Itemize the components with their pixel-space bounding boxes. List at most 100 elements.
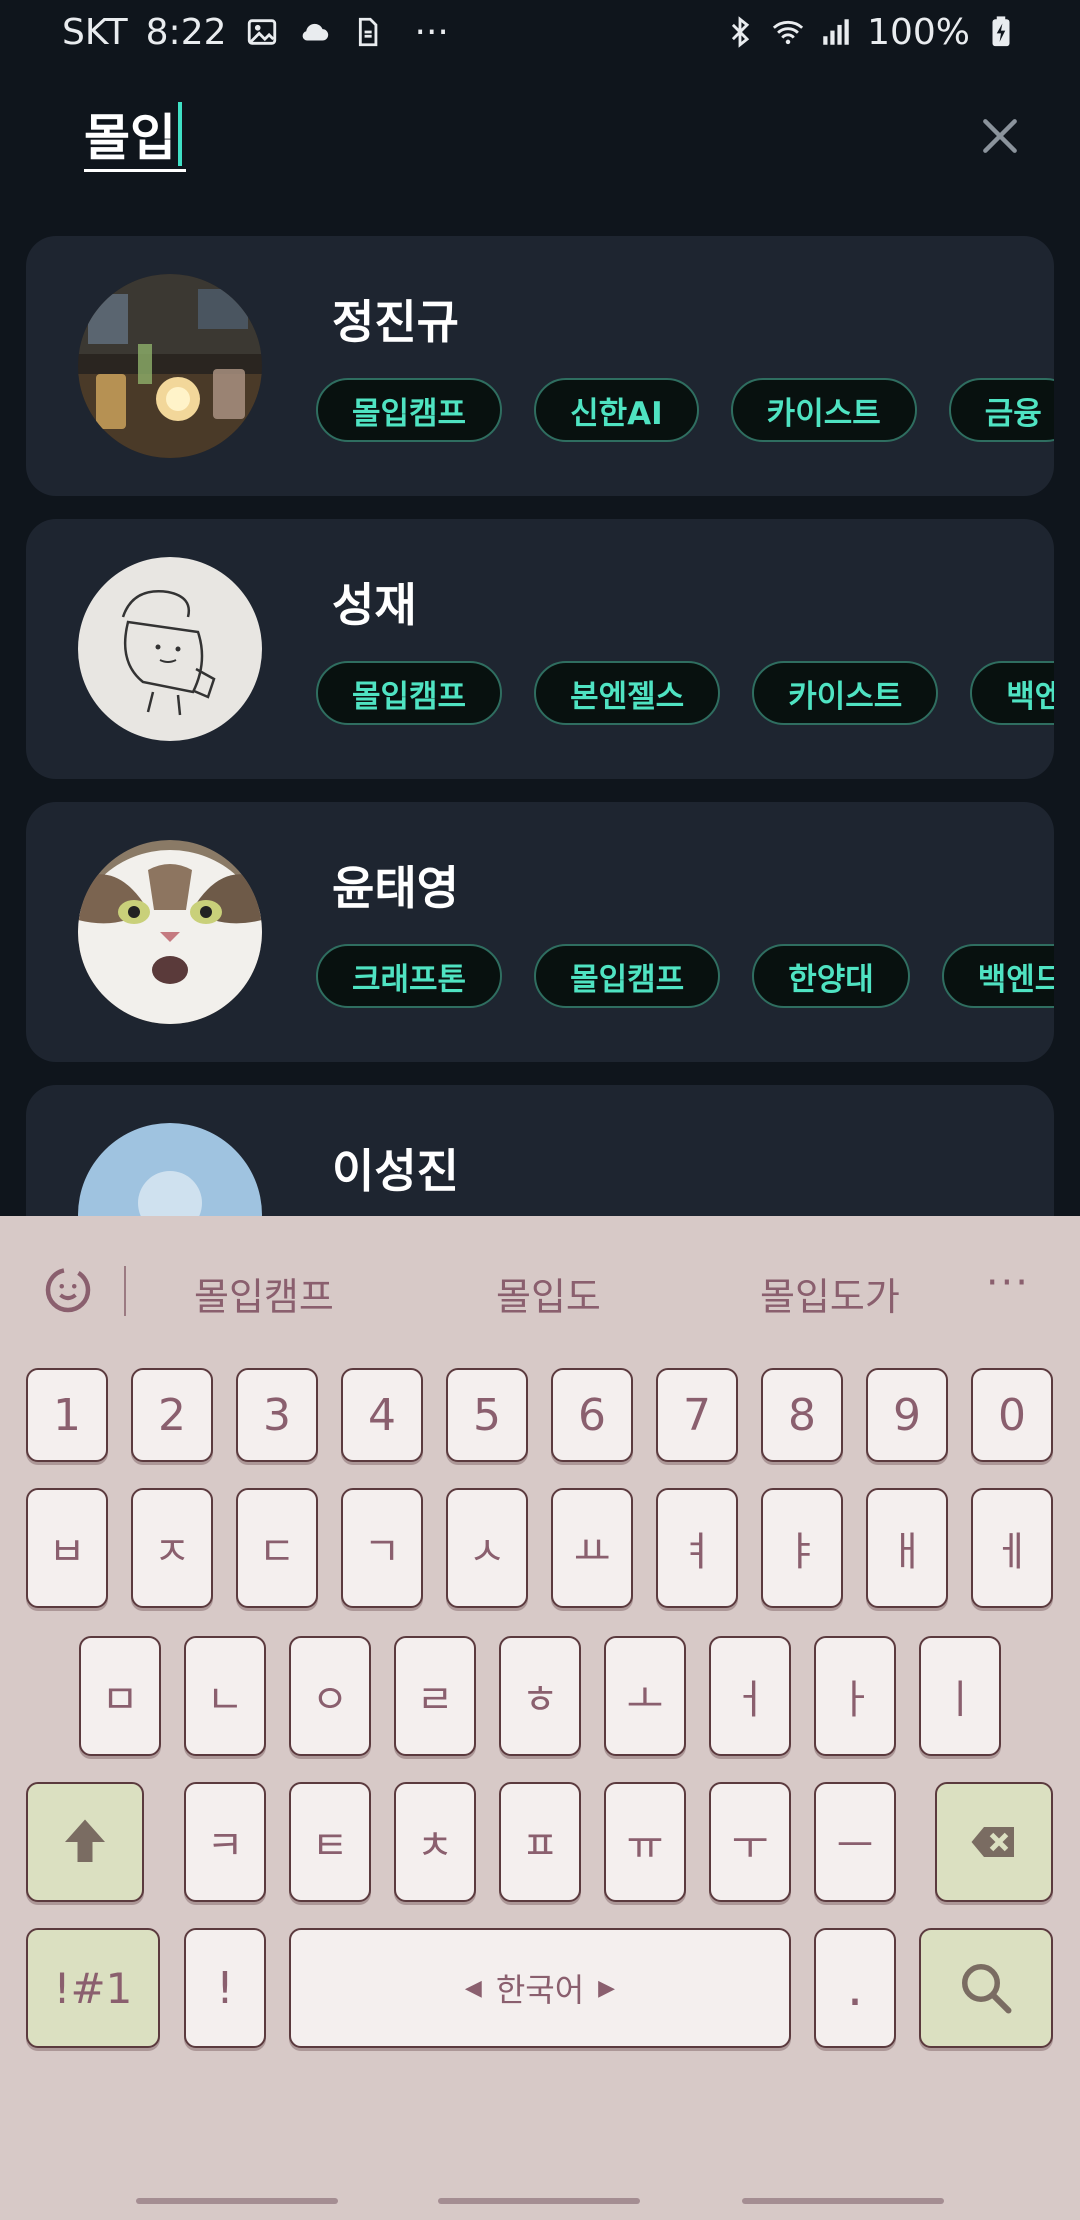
key-4[interactable]: 4 [341,1368,423,1462]
shift-key[interactable] [26,1782,144,1902]
wifi-icon [771,15,805,49]
text-caret [178,101,182,166]
carrier-label: SKT [62,11,128,53]
close-button[interactable] [970,106,1030,166]
key-2[interactable]: 2 [131,1368,213,1462]
result-card[interactable]: 정진규 몰입캠프 신한AI 카이스트 금융 [26,236,1054,496]
key-yu[interactable]: ㅠ [604,1782,686,1902]
key-i[interactable]: ㅣ [919,1636,1001,1756]
key-0[interactable]: 0 [971,1368,1053,1462]
nav-recents-bar[interactable] [742,2198,944,2204]
result-card[interactable]: 윤태영 크래프톤 몰입캠프 한양대 백엔드 [26,802,1054,1062]
key-m[interactable]: ㅁ [79,1636,161,1756]
key-6[interactable]: 6 [551,1368,633,1462]
key-ng[interactable]: ㅇ [289,1636,371,1756]
keyboard: 몰입캠프 몰입도 몰입도가 ··· 1 2 3 4 5 6 7 8 9 0 ㅂ … [0,1216,1080,2220]
bluetooth-icon [723,15,757,49]
tag-chip[interactable]: 한양대 [752,944,910,1008]
space-key-label: 한국어 [495,1971,585,2009]
more-suggestions-icon[interactable]: ··· [986,1260,1030,1306]
search-icon [962,1964,1012,2014]
person-name: 윤태영 [332,861,459,915]
search-bar: 몰입 [0,80,1080,190]
key-9[interactable]: 9 [866,1368,948,1462]
key-eo[interactable]: ㅓ [709,1636,791,1756]
key-g[interactable]: ㄱ [341,1488,423,1608]
suggestion-word[interactable]: 몰입도가 [760,1266,900,1321]
space-key[interactable]: ◀ 한국어 ▶ [289,1928,791,2048]
tag-list: 몰입캠프 본엔젤스 카이스트 백엔드 [316,661,1054,729]
tag-chip[interactable]: 금융 [948,378,1054,442]
key-u[interactable]: ㅜ [709,1782,791,1902]
key-a[interactable]: ㅏ [814,1636,896,1756]
more-dots-icon: ··· [414,11,449,53]
suggestion-word[interactable]: 몰입도 [496,1266,601,1321]
suggestion-divider [124,1266,126,1316]
status-bar: SKT 8:22 ··· 100% [0,0,1080,64]
nav-back-bar[interactable] [136,2198,338,2204]
person-name: 성재 [332,578,417,632]
key-1[interactable]: 1 [26,1368,108,1462]
key-h[interactable]: ㅎ [499,1636,581,1756]
key-d[interactable]: ㄷ [236,1488,318,1608]
tag-chip[interactable]: 몰입캠프 [534,944,721,1008]
exclamation-key[interactable]: ! [184,1928,266,2048]
avatar [78,840,262,1024]
key-ae[interactable]: ㅐ [866,1488,948,1608]
nav-home-bar[interactable] [438,2198,640,2204]
shift-icon [65,1819,105,1862]
arrow-right-icon: ▶ [598,1975,616,2001]
search-input[interactable]: 몰입 [84,98,186,172]
result-card[interactable]: 성재 몰입캠프 본엔젤스 카이스트 백엔드 [26,519,1054,779]
key-8[interactable]: 8 [761,1368,843,1462]
tag-chip[interactable]: 백엔드 [941,944,1054,1008]
battery-percent: 100% [867,11,970,53]
signal-icon [819,15,853,49]
suggestion-bar: 몰입캠프 몰입도 몰입도가 ··· [0,1216,1080,1364]
key-k[interactable]: ㅋ [184,1782,266,1902]
key-5[interactable]: 5 [446,1368,528,1462]
backspace-icon [971,1827,1014,1857]
key-s[interactable]: ㅅ [446,1488,528,1608]
refresh-emoji-icon[interactable] [38,1260,98,1320]
tag-list: 몰입캠프 신한AI 카이스트 금융 [316,378,1054,446]
tag-chip[interactable]: 카이스트 [752,661,939,725]
period-key[interactable]: . [814,1928,896,2048]
key-3[interactable]: 3 [236,1368,318,1462]
sim-icon [349,15,383,49]
key-n[interactable]: ㄴ [184,1636,266,1756]
key-ch[interactable]: ㅊ [394,1782,476,1902]
suggestion-word[interactable]: 몰입캠프 [194,1266,334,1321]
backspace-key[interactable] [935,1782,1053,1902]
key-t[interactable]: ㅌ [289,1782,371,1902]
key-b[interactable]: ㅂ [26,1488,108,1608]
tag-chip[interactable]: 신한AI [534,378,699,442]
tag-chip[interactable]: 크래프톤 [316,944,503,1008]
tag-chip[interactable]: 몰입캠프 [316,661,503,725]
key-o[interactable]: ㅗ [604,1636,686,1756]
key-7[interactable]: 7 [656,1368,738,1462]
person-name: 정진규 [332,295,459,349]
battery-icon [984,15,1018,49]
key-ya[interactable]: ㅑ [761,1488,843,1608]
tag-chip[interactable]: 백엔드 [970,661,1054,725]
image-icon [245,15,279,49]
clock: 8:22 [145,11,227,53]
key-yeo[interactable]: ㅕ [656,1488,738,1608]
key-j[interactable]: ㅈ [131,1488,213,1608]
symbols-key[interactable]: !#1 [26,1928,160,2048]
person-name: 이성진 [332,1144,459,1198]
key-e[interactable]: ㅔ [971,1488,1053,1608]
tag-chip[interactable]: 본엔젤스 [534,661,721,725]
tag-chip[interactable]: 몰입캠프 [316,378,503,442]
avatar [78,557,262,741]
search-query: 몰입 [84,108,176,167]
result-list: 정진규 몰입캠프 신한AI 카이스트 금융 성재 몰입캠프 본엔젤스 카이스트 … [26,236,1054,1368]
key-eu[interactable]: ㅡ [814,1782,896,1902]
key-yo[interactable]: ㅛ [551,1488,633,1608]
key-r[interactable]: ㄹ [394,1636,476,1756]
cloud-icon [297,15,331,49]
tag-chip[interactable]: 카이스트 [730,378,917,442]
search-key[interactable] [919,1928,1053,2048]
key-p[interactable]: ㅍ [499,1782,581,1902]
